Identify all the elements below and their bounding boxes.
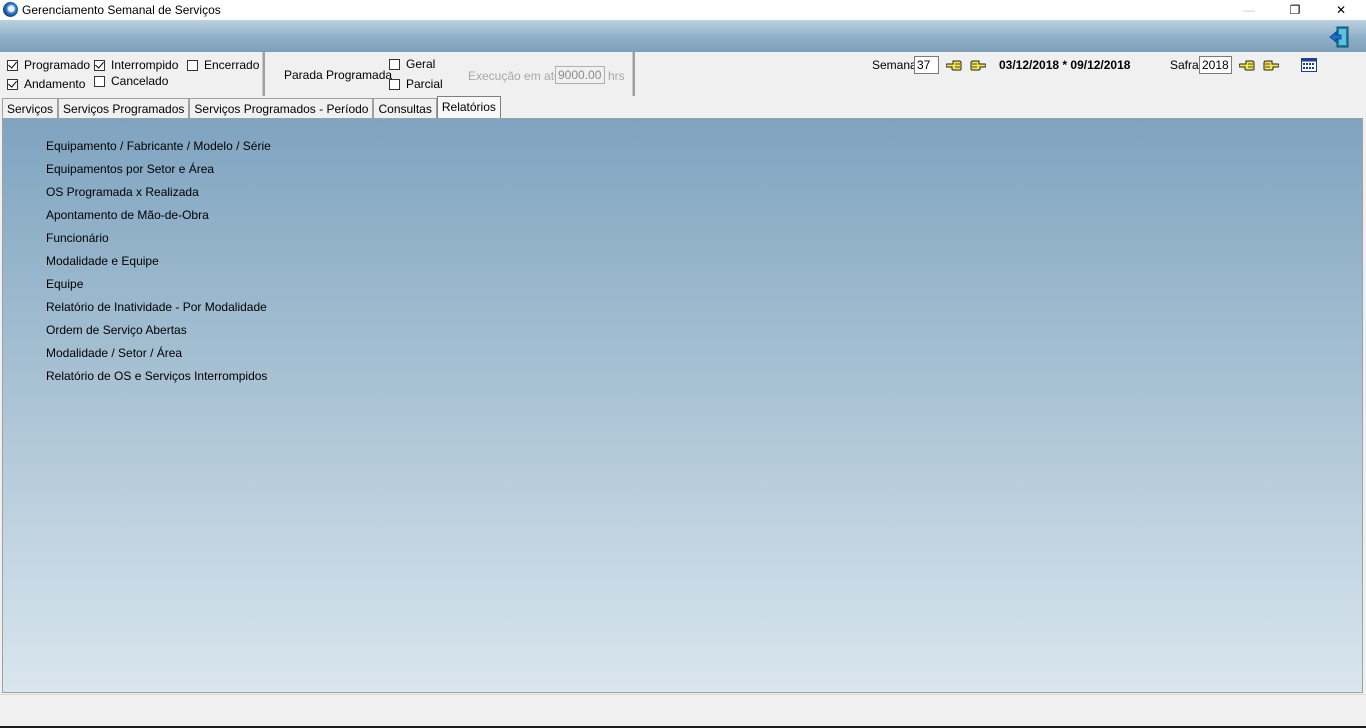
checkbox-parcial[interactable]: Parcial [389,77,443,91]
checkbox-box[interactable] [7,59,18,71]
checkbox-label: Parcial [406,77,443,91]
report-link-modalidade-setor-area[interactable]: Modalidade / Setor / Área [46,346,182,360]
toolbar-separator [262,52,265,96]
report-link-os-servicos-interrompidos[interactable]: Relatório de OS e Serviços Interrompidos [46,369,267,383]
safra-label: Safra [1170,58,1199,72]
tab-relatorios[interactable]: Relatórios [436,96,501,118]
toolbar-separator [632,52,635,96]
close-button[interactable]: ✕ [1318,0,1364,20]
checkbox-box[interactable] [94,75,105,87]
checkbox-andamento[interactable]: Andamento [7,77,85,91]
checkbox-geral[interactable]: Geral [389,57,435,71]
app-icon [3,2,18,17]
reports-panel: Equipamento / Fabricante / Modelo / Séri… [2,118,1363,693]
checkbox-box[interactable] [7,78,18,90]
report-link-equipamento-fabricante[interactable]: Equipamento / Fabricante / Modelo / Séri… [46,139,271,153]
semana-label: Semana [872,58,917,72]
checkbox-label: Andamento [24,77,86,91]
checkbox-label: Encerrado [204,58,260,72]
exit-door-icon[interactable] [1328,25,1352,49]
checkbox-box[interactable] [389,78,400,90]
restore-button[interactable]: ❐ [1272,0,1318,20]
tab-strip: Serviços Serviços Programados Serviços P… [2,96,501,118]
checkbox-label: Geral [406,57,436,71]
report-link-os-programada-realizada[interactable]: OS Programada x Realizada [46,185,199,199]
parada-programada-label: Parada Programada [284,68,393,82]
execucao-input[interactable]: 9000.00 [555,66,605,84]
tab-consultas[interactable]: Consultas [373,98,437,118]
tab-servicos-programados-periodo[interactable]: Serviços Programados - Período [189,98,374,118]
hand-left-icon[interactable] [946,59,962,71]
checkbox-cancelado[interactable]: Cancelado [94,74,168,88]
checkbox-box[interactable] [389,58,400,70]
hand-left-icon[interactable] [1239,59,1255,71]
checkbox-programado[interactable]: Programado [7,58,90,72]
hand-right-icon[interactable] [970,59,986,71]
checkbox-label: Interrompido [111,58,179,72]
report-link-apontamento-mao-de-obra[interactable]: Apontamento de Mão-de-Obra [46,208,209,222]
report-link-ordem-servico-abertas[interactable]: Ordem de Serviço Abertas [46,323,187,337]
calendar-icon[interactable] [1301,58,1317,72]
tab-servicos[interactable]: Serviços [2,98,59,118]
checkbox-label: Programado [24,58,91,72]
hand-right-icon[interactable] [1263,59,1279,71]
title-bar: Gerenciamento Semanal de Serviços — ❐ ✕ [0,0,1366,20]
execucao-label: Execução em até [468,69,561,83]
report-link-equipe[interactable]: Equipe [46,277,83,291]
checkbox-label: Cancelado [111,74,169,88]
checkbox-box[interactable] [94,59,105,71]
execucao-unit: hrs [608,69,625,83]
report-link-modalidade-equipe[interactable]: Modalidade e Equipe [46,254,159,268]
semana-input[interactable]: 37 [914,56,939,74]
checkbox-interrompido[interactable]: Interrompido [94,58,178,72]
tab-servicos-programados[interactable]: Serviços Programados [58,98,190,118]
minimize-button[interactable]: — [1226,0,1272,20]
checkbox-box[interactable] [187,59,198,71]
safra-input[interactable]: 2018 [1199,56,1232,74]
window-title: Gerenciamento Semanal de Serviços [22,3,221,17]
status-bar [0,694,1366,726]
week-date-range: 03/12/2018 * 09/12/2018 [999,58,1131,72]
report-link-inatividade-modalidade[interactable]: Relatório de Inatividade - Por Modalidad… [46,300,267,314]
report-link-equipamentos-setor-area[interactable]: Equipamentos por Setor e Área [46,162,214,176]
header-band [0,20,1366,52]
report-link-funcionario[interactable]: Funcionário [46,231,109,245]
checkbox-encerrado[interactable]: Encerrado [187,58,259,72]
